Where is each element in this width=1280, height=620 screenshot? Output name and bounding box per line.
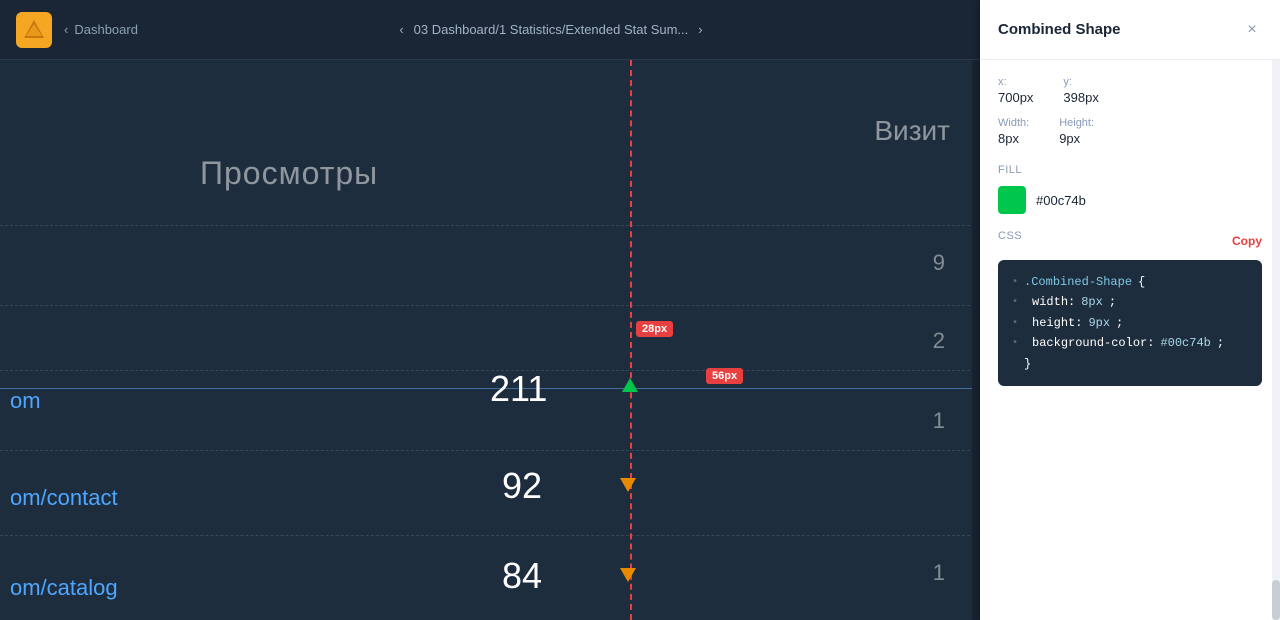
data-row-2: om/contact 92: [0, 460, 940, 550]
num-2: 92: [502, 465, 542, 507]
css-class-name: .Combined-Shape: [1024, 272, 1132, 292]
url-2: om/contact: [10, 485, 118, 511]
height-label: Height:: [1059, 117, 1094, 129]
y-label: y:: [1063, 76, 1098, 88]
arrow-up-1: [622, 378, 638, 392]
chevron-left-icon: ‹: [64, 22, 68, 37]
back-button[interactable]: ‹ Dashboard: [64, 22, 138, 37]
logo[interactable]: [16, 12, 52, 48]
fill-label: Fill: [998, 164, 1262, 176]
arrow-down-2: [620, 478, 636, 492]
bullet-1: •: [1012, 274, 1018, 291]
css-line-5: • }: [1012, 354, 1248, 374]
breadcrumb-text: 03 Dashboard/1 Statistics/Extended Stat …: [414, 22, 689, 37]
data-row-1: om 211: [0, 360, 940, 450]
fill-section: Fill #00c74b: [998, 164, 1262, 214]
height-dimension: Height: 9px: [1059, 117, 1094, 146]
css-line-2: • width: 8px;: [1012, 292, 1248, 312]
css-label: CSS: [998, 230, 1022, 242]
panel-scrollbar[interactable]: [1272, 60, 1280, 620]
close-icon: ×: [1247, 21, 1256, 39]
bullet-2: •: [1012, 294, 1018, 311]
height-value: 9px: [1059, 131, 1094, 146]
canvas-area: Просмотры Визит 9 2 1 1 om 211 om/contac…: [0, 60, 980, 620]
panel-title: Combined Shape: [998, 21, 1121, 38]
url-3: om/catalog: [10, 575, 118, 601]
breadcrumb: ‹ 03 Dashboard/1 Statistics/Extended Sta…: [138, 22, 964, 37]
logo-icon: [22, 18, 46, 42]
x-label: x:: [998, 76, 1033, 88]
grid-line-4: [0, 450, 980, 451]
css-header: CSS Copy: [998, 230, 1262, 252]
url-1: om: [10, 388, 41, 414]
css-line-4: • background-color: #00c74b;: [1012, 333, 1248, 353]
badge-28px: 28px: [636, 321, 673, 337]
grid-num-2: 2: [933, 328, 945, 354]
panel-body: x: 700px y: 398px Width: 8px Height: 9px…: [980, 60, 1280, 620]
top-navigation: ‹ Dashboard ‹ 03 Dashboard/1 Statistics/…: [0, 0, 980, 60]
canvas-scrollbar[interactable]: [972, 60, 980, 620]
y-coordinate: y: 398px: [1063, 76, 1098, 105]
bullet-4: •: [1012, 335, 1018, 352]
fill-color-swatch[interactable]: [998, 186, 1026, 214]
fill-row: #00c74b: [998, 186, 1262, 214]
num-1: 211: [490, 368, 547, 410]
css-code-block: • .Combined-Shape { • width: 8px; • heig…: [998, 260, 1262, 386]
width-value: 8px: [998, 131, 1029, 146]
num-3: 84: [502, 555, 542, 597]
x-value: 700px: [998, 90, 1033, 105]
data-row-3: om/catalog 84: [0, 550, 940, 620]
panel-dimensions: Width: 8px Height: 9px: [998, 117, 1262, 146]
panel-coordinates: x: 700px y: 398px: [998, 76, 1262, 105]
vizit-label: Визит: [874, 115, 950, 147]
bullet-3: •: [1012, 315, 1018, 332]
prosmotr-label: Просмотры: [200, 155, 378, 192]
grid-line-1: [0, 225, 980, 226]
arrow-down-3: [620, 568, 636, 582]
badge-56px: 56px: [706, 368, 743, 384]
breadcrumb-chevron-right[interactable]: ›: [698, 22, 702, 37]
css-line-3: • height: 9px;: [1012, 313, 1248, 333]
css-section: CSS Copy • .Combined-Shape { • width: 8p…: [998, 230, 1262, 386]
properties-panel: Combined Shape × x: 700px y: 398px Width…: [980, 0, 1280, 620]
grid-line-2: [0, 305, 980, 306]
width-label: Width:: [998, 117, 1029, 129]
breadcrumb-chevron-left[interactable]: ‹: [399, 22, 403, 37]
fill-hex-value: #00c74b: [1036, 193, 1086, 208]
panel-header: Combined Shape ×: [980, 0, 1280, 60]
panel-scrollbar-thumb: [1272, 580, 1280, 620]
panel-close-button[interactable]: ×: [1242, 20, 1262, 40]
back-label: Dashboard: [74, 22, 138, 37]
css-copy-button[interactable]: Copy: [1232, 234, 1262, 248]
width-dimension: Width: 8px: [998, 117, 1029, 146]
x-coordinate: x: 700px: [998, 76, 1033, 105]
css-line-1: • .Combined-Shape {: [1012, 272, 1248, 292]
grid-num-9: 9: [933, 250, 945, 276]
y-value: 398px: [1063, 90, 1098, 105]
